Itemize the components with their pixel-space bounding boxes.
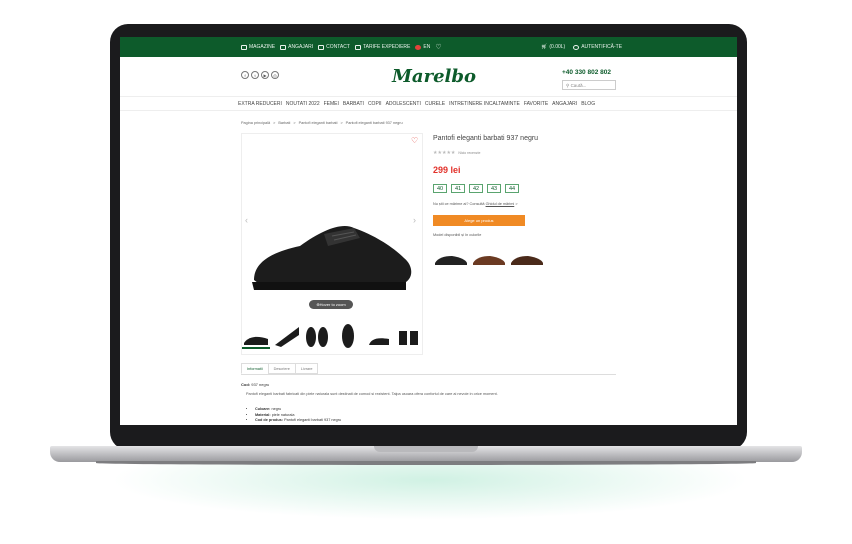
topbar-link-contact[interactable]: CONTACT [318,44,350,50]
wishlist-heart-icon[interactable]: ♡ [411,136,418,145]
size-option[interactable]: 43 [487,184,501,193]
search-input[interactable]: ⚲ Caută... [562,80,616,90]
thumbnail[interactable] [395,321,423,349]
nav-item[interactable]: NOUTATI 2022 [286,101,320,107]
zoom-hint: ⊕ Hover to zoom [309,300,353,309]
size-option[interactable]: 44 [505,184,519,193]
nav-item[interactable]: COPII [368,101,382,107]
nav-item[interactable]: ADOLESCENTI [386,101,421,107]
product-price: 299 lei [433,165,461,175]
star-icon: ★★★★★ [433,150,456,156]
nav-item[interactable]: CURELE [425,101,445,107]
product-description: Pantofi eleganti barbati fabricati din p… [246,392,498,396]
nav-item[interactable]: FAVORITE [524,101,548,107]
nav-divider [120,110,737,111]
gallery-next-icon[interactable]: › [413,215,416,225]
product-title: Pantofi eleganti barbati 937 negru [433,135,539,142]
cart-link[interactable]: 🛒︎ (0.00L) [541,44,565,50]
heart-icon[interactable]: ♡ [435,44,441,51]
size-option[interactable]: 42 [469,184,483,193]
thumbnail-strip [242,318,423,352]
store-icon [241,44,247,50]
topbar-link-angajari[interactable]: ANGAJARI [280,44,313,50]
social-links: f t ▶ ◎ [241,71,279,79]
briefcase-icon [280,44,287,50]
browser-screen: MAGAZINE ANGAJARI CONTACT TARIFE EXPEDIE… [120,37,737,425]
colors-label: Model disponibil și în culorile [433,233,482,237]
tab-livrare[interactable]: Livrare [294,363,319,374]
add-to-cart-button[interactable]: Alege un produs [433,215,525,226]
thumbnail[interactable] [273,321,301,349]
cart-icon: 🛒︎ [541,44,548,50]
facebook-icon[interactable]: f [241,71,249,79]
thumbnail[interactable] [303,321,331,349]
nav-item[interactable]: EXTRA REDUCERI [238,101,282,107]
laptop-foot [96,461,756,465]
nav-item[interactable]: ANGAJARI [552,101,577,107]
nav-item[interactable]: BARBATI [343,101,364,107]
site-header: f t ▶ ◎ Marelbo +40 330 802 802 ⚲ Caută.… [120,57,737,97]
color-variant-darkbrown[interactable] [510,252,544,266]
topbar-link-tarife[interactable]: TARIFE EXPEDIERE [354,44,410,50]
spec-list: Culoare: negru Material: piele naturala … [250,407,341,424]
size-option[interactable]: 40 [433,184,447,193]
search-icon: ⚲ [566,83,570,88]
laptop-notch [374,446,478,452]
tab-descriere[interactable]: Descriere [267,363,296,374]
phone-icon [318,44,325,50]
color-variants [434,252,544,266]
twitter-icon[interactable]: t [251,71,259,79]
tab-divider [241,374,616,375]
youtube-icon[interactable]: ▶ [261,71,269,79]
breadcrumb-item[interactable]: Barbati [278,121,290,125]
size-guide-link[interactable]: Ghidul de mărimi [486,202,515,206]
size-help: Nu știi ce mărime ai? Consultă Ghidul de… [433,202,518,206]
nav-item[interactable]: FEMEI [324,101,339,107]
nav-item[interactable]: INTRETINERE INCALTAMINTE [449,101,520,107]
thumbnail[interactable] [242,321,270,349]
breadcrumb-item[interactable]: Pantofi eleganti barbati [299,121,338,125]
nav-item[interactable]: BLOG [581,101,595,107]
size-selector: 40 41 42 43 44 [433,184,519,193]
gallery-prev-icon[interactable]: ‹ [245,215,248,225]
spec-item: Cod de produs: Pantofi eleganti barbati … [255,418,341,424]
flag-icon [415,44,422,50]
info-tabs: Informatii Descriere Livrare [241,363,319,374]
instagram-icon[interactable]: ◎ [271,71,279,79]
size-option[interactable]: 41 [451,184,465,193]
breadcrumb: Pagina principală > Barbati > Pantofi eleg… [241,121,403,125]
language-switch[interactable]: EN [415,44,430,50]
rating: ★★★★★ Nicio recenzie [433,150,481,156]
main-nav: EXTRA REDUCERI NOUTATI 2022 FEMEI BARBATI CO… [238,101,595,107]
user-icon [573,44,580,50]
login-link[interactable]: AUTENTIFICĂ-TE [573,44,622,50]
color-variant-brown[interactable] [472,252,506,266]
breadcrumb-current: Pantofi eleganti barbati 937 negru [345,121,403,125]
tab-informatii[interactable]: Informatii [241,363,269,374]
site-logo[interactable]: Marelbo [392,66,476,87]
laptop-mockup: MAGAZINE ANGAJARI CONTACT TARIFE EXPEDIE… [0,0,852,544]
breadcrumb-item[interactable]: Pagina principală [241,121,270,125]
product-code: Cod: 937 negru [241,382,270,387]
thumbnail[interactable] [365,321,393,349]
top-bar: MAGAZINE ANGAJARI CONTACT TARIFE EXPEDIE… [120,37,737,57]
color-variant-black[interactable] [434,252,468,266]
truck-icon [354,44,361,50]
topbar-link-magazine[interactable]: MAGAZINE [241,44,275,50]
thumbnail[interactable] [334,321,362,349]
phone-number: +40 330 802 802 [562,69,611,76]
